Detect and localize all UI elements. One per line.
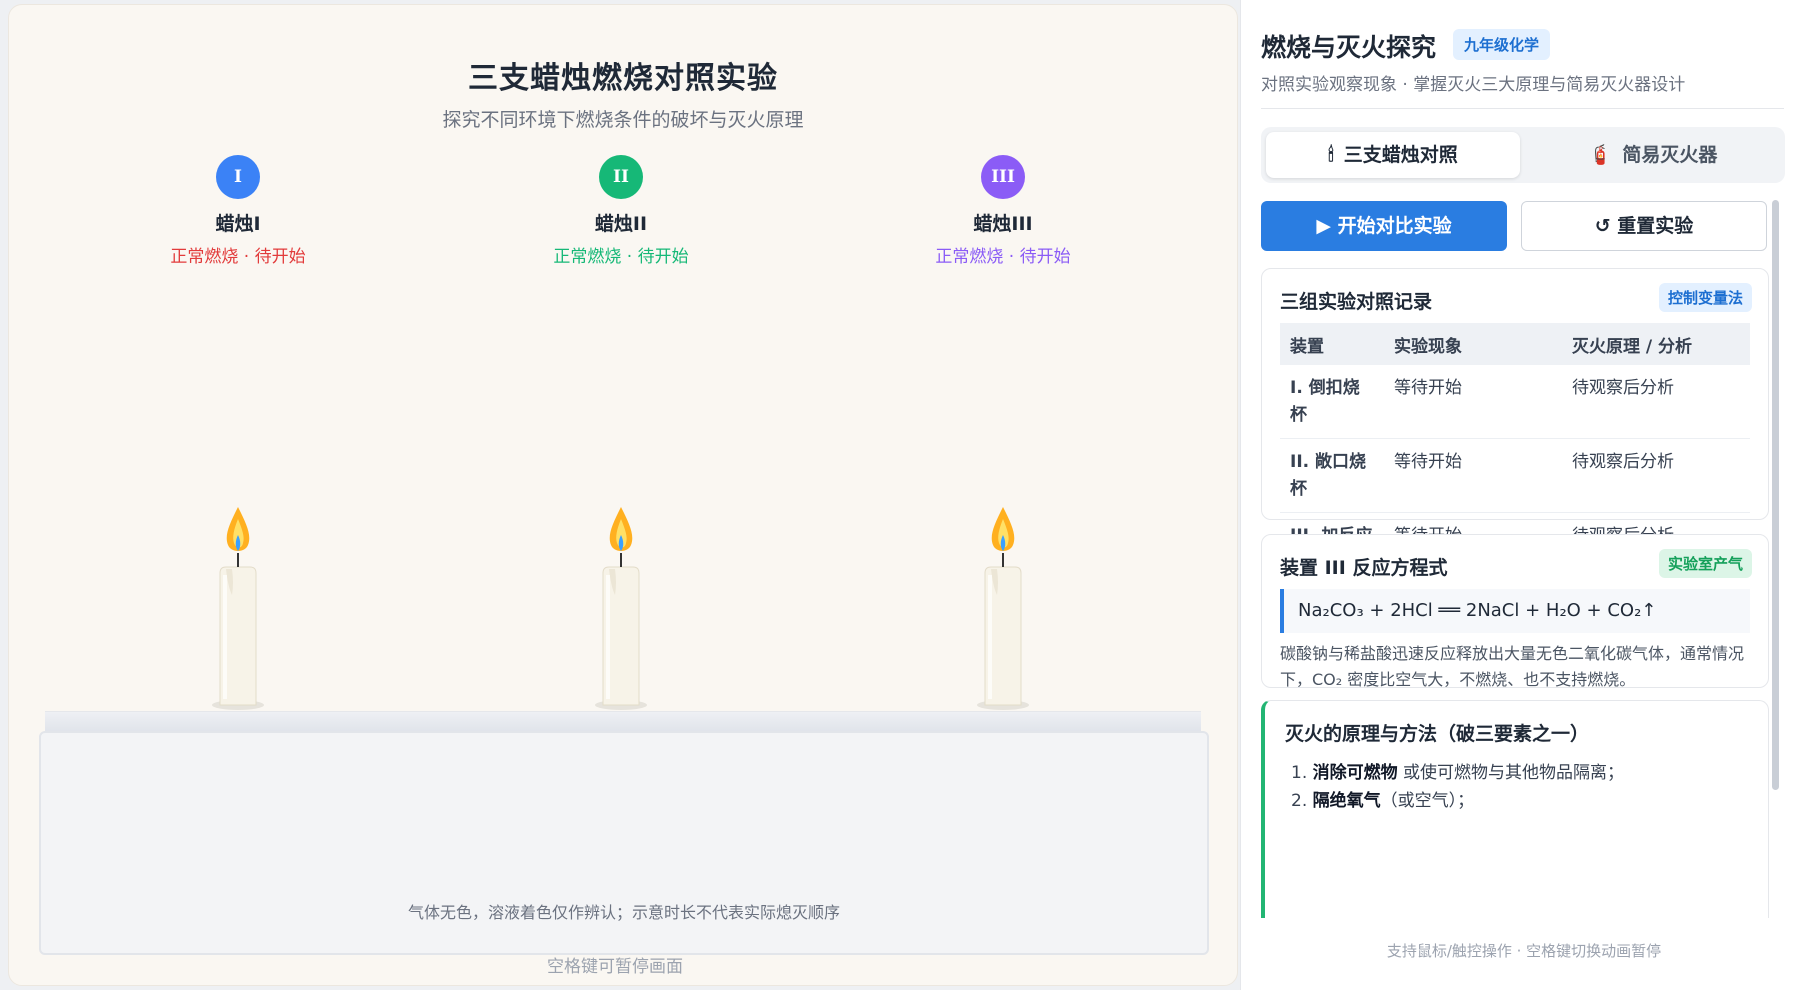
lab-gas-tag: 实验室产气 [1658,549,1752,578]
principles-list: 1. 消除可燃物 或使可燃物与其他物品隔离； 2. 隔绝氧气（或空气）； [1291,759,1624,815]
tab-fire-extinguisher[interactable]: 🧯 简易灭火器 [1526,132,1780,178]
candle-3-name: 蜡烛III [973,213,1033,235]
candle-1 [208,505,268,715]
observation-tray: 气体无色，溶液着色仅作辨认；示意时长不代表实际熄灭顺序 [39,731,1209,955]
reaction-description: 碳酸钠与稀盐酸迅速反应释放出大量无色二氧化碳气体，通常情况下，CO₂ 密度比空气… [1280,644,1745,689]
tray-note: 气体无色，溶液着色仅作辨认；示意时长不代表实际熄灭顺序 [407,903,840,922]
principle-1-key: 消除可燃物 [1312,763,1398,783]
table-row: II. 敞口烧杯 等待开始 待观察后分析 [1280,438,1750,513]
candle-3-status: 正常燃烧 · 待开始 [935,247,1071,267]
control-panel: 燃烧与灭火探究 九年级化学 对照实验观察现象 · 掌握灭火三大原理与简易灭火器设… [1240,0,1806,990]
candle-2 [591,505,651,715]
candle-1-name: 蜡烛I [215,213,261,235]
lab-bench-shelf [45,711,1201,733]
row-1-device: I. 倒扣烧杯 [1280,365,1384,439]
row-1-phenomenon: 等待开始 [1384,365,1562,439]
principles-card-title: 灭火的原理与方法（破三要素之一） [1285,723,1590,745]
list-item: 1. 消除可燃物 或使可燃物与其他物品隔离； [1291,759,1624,787]
candle-2-header: II 蜡烛II 正常燃烧 · 待开始 [501,155,741,267]
principle-2-index: 2. [1291,791,1308,811]
panel-footer-hint: 支持鼠标/触控操作 · 空格键切换动画暂停 [1386,942,1662,960]
record-card-title: 三组实验对照记录 [1280,291,1433,313]
list-item: 2. 隔绝氧气（或空气）； [1291,787,1624,815]
reset-experiment-button[interactable]: ↺ 重置实验 [1521,201,1767,251]
table-header-row: 装置 实验现象 灭火原理 / 分析 [1280,323,1750,365]
principles-card: 灭火的原理与方法（破三要素之一） 1. 消除可燃物 或使可燃物与其他物品隔离； … [1261,700,1769,918]
stage-subtitle: 探究不同环境下燃烧条件的破坏与灭火原理 [442,109,804,131]
experiment-stage[interactable]: 三支蜡烛燃烧对照实验 探究不同环境下燃烧条件的破坏与灭火原理 I 蜡烛I 正常燃… [8,4,1238,986]
candle-icon: 🕯 [1328,144,1334,166]
table-header-phenomenon: 实验现象 [1384,323,1562,365]
candle-2-name: 蜡烛II [594,213,648,235]
principle-2-text: （或空气）； [1380,791,1475,811]
record-card: 三组实验对照记录 控制变量法 装置 实验现象 灭火原理 / 分析 I. 倒扣烧杯 [1261,268,1769,573]
stage-title: 三支蜡烛燃烧对照实验 [468,61,778,96]
principle-2-key: 隔绝氧气 [1312,791,1381,811]
start-experiment-button[interactable]: ▶ 开始对比实验 [1261,201,1507,251]
stage-footer-hint: 空格键可暂停画面 [547,957,683,977]
candle-2-badge: II [599,155,643,199]
panel-scrollbar[interactable] [1772,200,1779,790]
table-row: I. 倒扣烧杯 等待开始 待观察后分析 [1280,365,1750,439]
app-root: 三支蜡烛燃烧对照实验 探究不同环境下燃烧条件的破坏与灭火原理 I 蜡烛I 正常燃… [0,0,1806,990]
row-2-device: II. 敞口烧杯 [1280,438,1384,513]
tab-candle-comparison[interactable]: 🕯 三支蜡烛对照 [1266,132,1520,178]
candle-1-badge: I [216,155,260,199]
principle-1-text: 或使可燃物与其他物品隔离； [1397,763,1625,783]
panel-divider [1261,108,1784,109]
equation-card-title: 装置 III 反应方程式 [1280,557,1448,579]
panel-scroll-area[interactable]: 三组实验对照记录 控制变量法 装置 实验现象 灭火原理 / 分析 I. 倒扣烧杯 [1261,268,1775,918]
control-variable-tag: 控制变量法 [1658,283,1752,312]
panel-subtitle: 对照实验观察现象 · 掌握灭火三大原理与简易灭火器设计 [1261,75,1686,95]
row-2-phenomenon: 等待开始 [1384,438,1562,513]
fire-extinguisher-icon: 🧯 [1588,144,1613,166]
table-header-device: 装置 [1280,323,1384,365]
candle-3-header: III 蜡烛III 正常燃烧 · 待开始 [883,155,1123,267]
candle-3 [973,505,1033,715]
equation-card: 装置 III 反应方程式 实验室产气 Na₂CO₃ + 2HCl ══ 2NaC… [1261,534,1769,689]
candle-3-badge: III [981,155,1025,199]
row-2-analysis: 待观察后分析 [1562,438,1750,513]
candle-1-status: 正常燃烧 · 待开始 [170,247,306,267]
mode-tabs: 🕯 三支蜡烛对照 🧯 简易灭火器 [1261,127,1785,183]
tab-candle-comparison-label: 三支蜡烛对照 [1343,144,1458,166]
row-1-analysis: 待观察后分析 [1562,365,1750,439]
grade-tag: 九年级化学 [1453,29,1551,60]
candle-1-header: I 蜡烛I 正常燃烧 · 待开始 [118,155,358,267]
reaction-equation: Na₂CO₃ + 2HCl ══ 2NaCl + H₂O + CO₂↑ [1280,589,1750,633]
tab-fire-extinguisher-label: 简易灭火器 [1622,144,1718,166]
panel-title: 燃烧与灭火探究 [1261,33,1437,62]
principle-1-index: 1. [1291,763,1308,783]
candle-2-status: 正常燃烧 · 待开始 [553,247,689,267]
table-header-analysis: 灭火原理 / 分析 [1562,323,1750,365]
